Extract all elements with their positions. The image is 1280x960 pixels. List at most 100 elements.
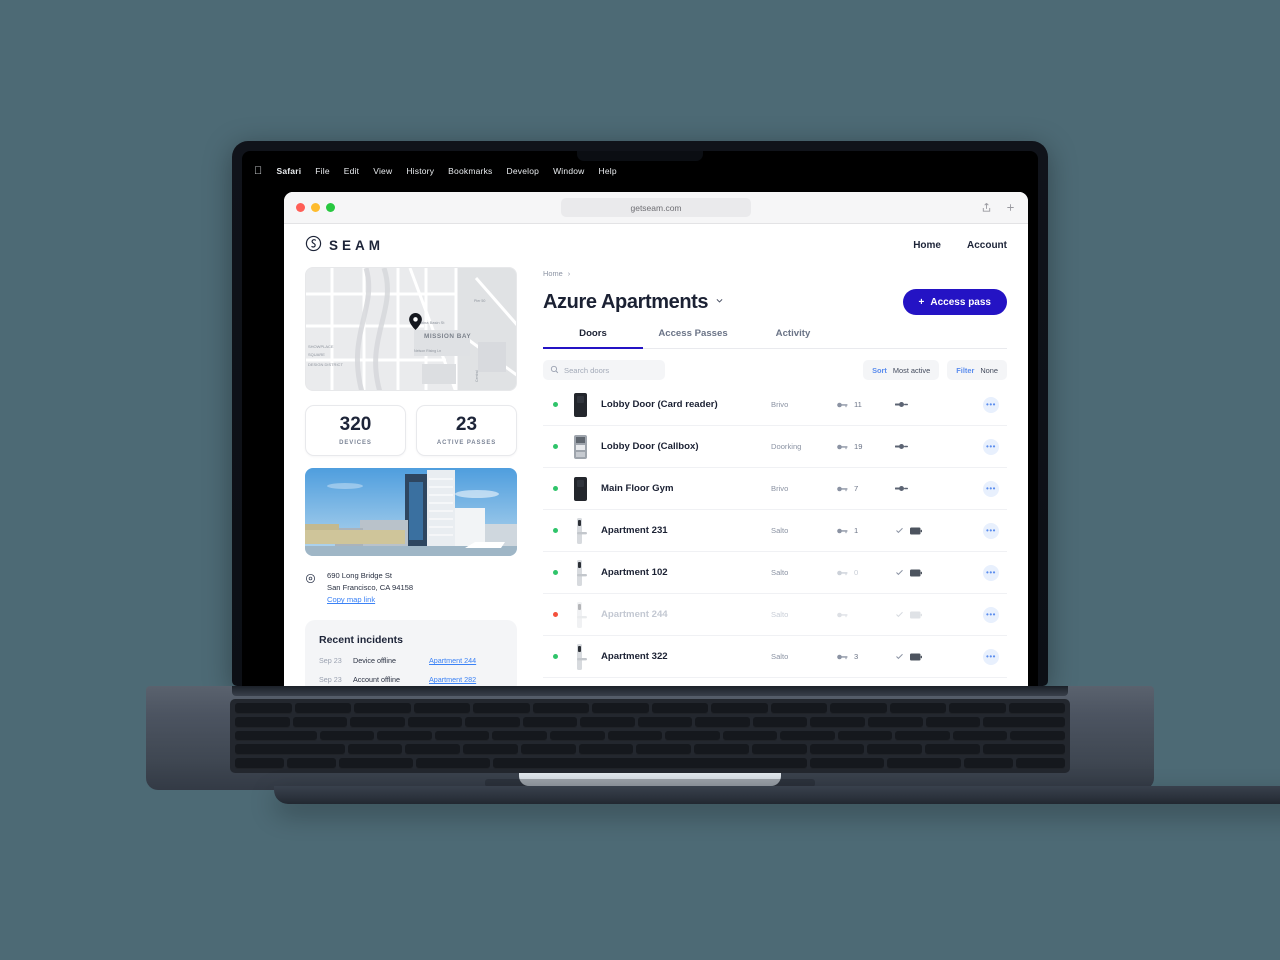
tab-bar: Doors Access Passes Activity: [543, 328, 1007, 349]
incident-row[interactable]: Sep 23 Device offline Apartment 244: [319, 656, 503, 665]
status-dot: [553, 570, 558, 575]
key-count: [837, 611, 895, 619]
tab-access-passes[interactable]: Access Passes: [643, 328, 743, 349]
macos-menu-bar[interactable]:  Safari File Edit View History Bookmark…: [242, 159, 1038, 183]
table-row[interactable]: Main Floor Gym Brivo 7 •••: [543, 468, 1007, 510]
access-pass-button[interactable]: + Access pass: [902, 289, 1007, 315]
maximize-button[interactable]: [326, 203, 335, 212]
power-status: [895, 484, 973, 493]
key-icon: [837, 402, 848, 407]
menu-item-window[interactable]: Window: [553, 166, 584, 176]
close-button[interactable]: [296, 203, 305, 212]
table-row[interactable]: Lobby Door (Callbox) Doorking 19 •••: [543, 426, 1007, 468]
door-brand: Salto: [771, 652, 789, 661]
keyboard-deck: [146, 686, 1154, 790]
device-thumbnail: [572, 476, 588, 502]
breadcrumb-home[interactable]: Home: [543, 269, 563, 278]
more-options-button[interactable]: •••: [983, 396, 999, 413]
door-brand: Brivo: [771, 484, 789, 493]
menu-item-develop[interactable]: Develop: [506, 166, 539, 176]
row-actions: •••: [973, 522, 1007, 539]
breadcrumb: Home ›: [543, 267, 1007, 278]
apple-icon[interactable]: : [254, 165, 262, 177]
app-content: SHOWPLACE SQUARE DESIGN DISTRICT China B…: [284, 267, 1028, 686]
copy-map-link[interactable]: Copy map link: [327, 594, 413, 606]
filter-chip[interactable]: Filter None: [947, 360, 1007, 380]
power-status: [895, 568, 973, 577]
nav-item-account[interactable]: Account: [967, 240, 1007, 251]
device-thumbnail: [572, 643, 588, 670]
search-doors[interactable]: [543, 360, 665, 380]
table-row[interactable]: Lobby Door (Card reader) Brivo 11 •••: [543, 384, 1007, 426]
stat-card-devices: 320 DEVICES: [305, 405, 406, 456]
url-text: getseam.com: [630, 202, 682, 213]
key-count: 7: [837, 484, 895, 493]
location-map[interactable]: SHOWPLACE SQUARE DESIGN DISTRICT China B…: [305, 267, 517, 391]
table-row[interactable]: Apartment 322 Salto 3 •••: [543, 636, 1007, 678]
plug-icon: [895, 486, 908, 491]
tab-doors[interactable]: Doors: [543, 328, 643, 349]
keyboard-row: [235, 758, 1065, 769]
sort-chip[interactable]: Sort Most active: [863, 360, 940, 380]
more-options-button[interactable]: •••: [983, 564, 999, 581]
menu-item-help[interactable]: Help: [599, 166, 617, 176]
share-icon[interactable]: [981, 202, 992, 213]
main-panel: Home › Azure Apartments + Access pass Do…: [543, 267, 1007, 686]
power-status: [895, 400, 973, 409]
minimize-button[interactable]: [311, 203, 320, 212]
door-name: Apartment 102: [601, 567, 668, 578]
menu-item-bookmarks[interactable]: Bookmarks: [448, 166, 492, 176]
incident-description: Account offline: [353, 675, 401, 685]
menu-item-safari[interactable]: Safari: [276, 166, 301, 176]
search-input[interactable]: [564, 365, 658, 375]
keyboard: [230, 699, 1070, 773]
page-title: Azure Apartments: [543, 290, 709, 313]
seam-logo-icon: [305, 235, 322, 257]
more-options-button[interactable]: •••: [983, 522, 999, 539]
chevron-down-icon[interactable]: [715, 296, 724, 308]
status-dot: [553, 402, 558, 407]
plus-icon[interactable]: [1005, 202, 1016, 213]
check-icon: [896, 611, 903, 618]
door-brand: Salto: [771, 568, 789, 577]
incident-unit-link[interactable]: Apartment 244: [429, 656, 476, 665]
map-label-design: DESIGN DISTRICT: [308, 362, 343, 367]
page-title-row: Azure Apartments + Access pass: [543, 289, 1007, 315]
key-count: 3: [837, 652, 895, 661]
safari-toolbar: getseam.com: [284, 192, 1028, 224]
key-count-value: 11: [854, 400, 862, 409]
menu-item-view[interactable]: View: [373, 166, 392, 176]
check-icon: [896, 569, 903, 576]
address-bar[interactable]: getseam.com: [561, 198, 751, 217]
power-status: [895, 442, 973, 451]
device-thumbnail: [572, 434, 588, 460]
table-row[interactable]: Apartment 231 Salto 1 •••: [543, 510, 1007, 552]
table-row[interactable]: Apartment 244 Salto •••: [543, 594, 1007, 636]
nav-item-home[interactable]: Home: [913, 240, 941, 251]
incident-unit-link[interactable]: Apartment 282: [429, 675, 476, 684]
status-dot: [553, 654, 558, 659]
map-label-showplace: SHOWPLACE: [308, 344, 334, 349]
brand-logo[interactable]: SEAM: [305, 235, 384, 257]
search-icon: [550, 361, 559, 379]
toolbar-actions: [981, 202, 1016, 213]
building-photo: [305, 467, 517, 556]
location-pin-icon: [305, 571, 319, 589]
more-options-button[interactable]: •••: [983, 438, 999, 455]
door-name: Apartment 231: [601, 525, 668, 536]
plus-icon: +: [918, 296, 925, 308]
device-thumbnail: [572, 601, 588, 628]
menu-item-edit[interactable]: Edit: [344, 166, 359, 176]
door-brand: Salto: [771, 610, 789, 619]
svg-text:Nelson Rising Ln: Nelson Rising Ln: [414, 349, 441, 353]
more-options-button[interactable]: •••: [983, 480, 999, 497]
more-options-button[interactable]: •••: [983, 606, 999, 623]
table-row[interactable]: Apartment 102 Salto 0 •••: [543, 552, 1007, 594]
menu-item-file[interactable]: File: [315, 166, 330, 176]
menu-item-history[interactable]: History: [406, 166, 434, 176]
tab-activity[interactable]: Activity: [743, 328, 843, 349]
incident-row[interactable]: Sep 23 Account offline Apartment 282: [319, 675, 503, 684]
window-controls[interactable]: [296, 203, 335, 212]
status-dot: [553, 528, 558, 533]
more-options-button[interactable]: •••: [983, 648, 999, 665]
